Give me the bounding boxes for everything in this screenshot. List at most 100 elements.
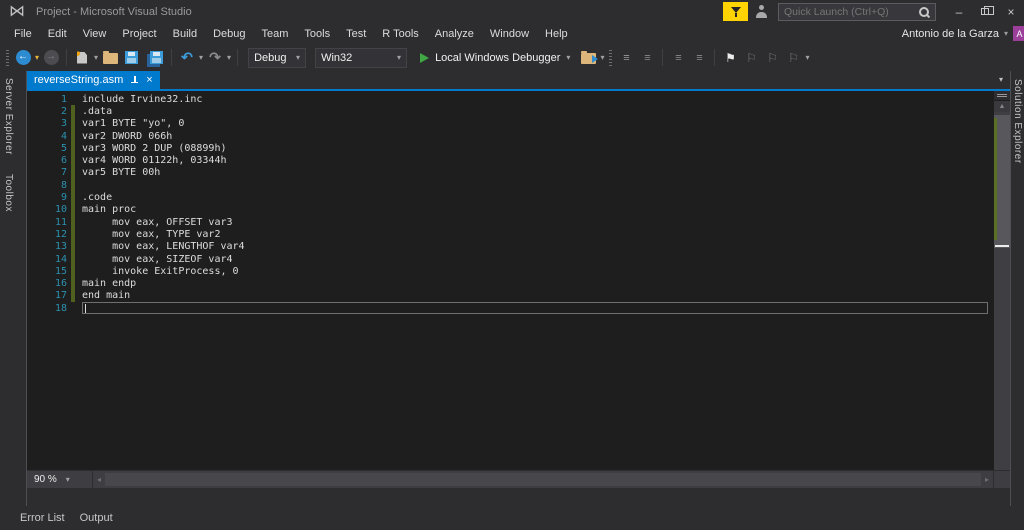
code-line[interactable]: 3 var1 BYTE "yo", 0 [27, 117, 994, 130]
feedback-person-icon[interactable] [755, 5, 769, 18]
save-all-button[interactable] [147, 47, 165, 69]
menu-item-view[interactable]: View [75, 26, 115, 42]
scroll-up-icon[interactable]: ▲ [994, 101, 1010, 112]
quick-launch-input[interactable] [779, 5, 918, 18]
undo-caret-icon[interactable]: ▾ [199, 53, 203, 62]
zoom-control[interactable]: 90 % ▾ [27, 471, 93, 488]
sidebar-tab-solution-explorer[interactable]: Solution Explorer [1011, 74, 1024, 169]
horizontal-scrollbar[interactable]: ◂ ▸ [93, 471, 993, 488]
redo-caret-icon[interactable]: ▾ [227, 53, 231, 62]
code-line[interactable]: 7 var5 BYTE 00h [27, 166, 994, 180]
tab-error-list[interactable]: Error List [20, 512, 65, 524]
line-number: 11 [54, 216, 67, 228]
sidebar-tab-server-explorer[interactable]: Server Explorer [0, 73, 15, 160]
editor-splitter-handle[interactable] [994, 91, 1010, 101]
quick-launch-box[interactable] [778, 2, 936, 21]
code-line[interactable]: 2 .data [27, 105, 994, 118]
toggle-bookmark-button[interactable]: ⚑ [721, 47, 739, 69]
horizontal-scrollbar-thumb[interactable] [105, 473, 981, 486]
scroll-right-icon[interactable]: ▸ [981, 471, 993, 488]
code-line[interactable]: 17 end main [27, 289, 994, 303]
line-number: 18 [54, 302, 67, 314]
code-line[interactable]: 4 var2 DWORD 066h [27, 129, 994, 143]
new-item-caret-icon[interactable]: ▾ [94, 53, 98, 62]
code-editor[interactable]: 1 include Irvine32.inc 2 .data 3 var1 BYTE "y… [27, 91, 1010, 488]
clear-bookmarks-button[interactable]: ⚐ [784, 47, 802, 69]
open-file-button[interactable] [101, 47, 119, 69]
code-line[interactable]: 9 .code [27, 191, 994, 204]
solution-platform-combo[interactable]: Win32 ▾ [315, 47, 408, 68]
code-line[interactable]: 5 var3 WORD 2 DUP (08899h) [27, 142, 994, 155]
menu-item-project[interactable]: Project [114, 26, 164, 42]
user-avatar[interactable]: A [1013, 26, 1024, 41]
menu-item-r-tools[interactable]: R Tools [374, 26, 426, 42]
menu-item-help[interactable]: Help [537, 26, 576, 42]
increase-indent-button[interactable]: ≡ [690, 47, 708, 69]
configuration-caret-icon: ▾ [296, 52, 301, 62]
show-threads-button[interactable]: ≡ [617, 47, 635, 69]
save-all-icon [149, 51, 163, 64]
code-line[interactable]: 11 mov eax, OFFSET var3 [27, 215, 994, 229]
menu-bar: File Edit View Project Build Debug Team Tools Te… [0, 23, 1024, 44]
pin-icon[interactable] [131, 75, 139, 85]
navigate-back-caret-icon[interactable]: ▾ [35, 53, 39, 62]
document-tab-reversestring[interactable]: reverseString.asm × [27, 71, 160, 89]
next-bookmark-button[interactable]: ⚐ [763, 47, 781, 69]
menu-item-analyze[interactable]: Analyze [427, 26, 482, 42]
menu-item-file[interactable]: File [6, 26, 40, 42]
user-name: Antonio de la Garza [901, 27, 999, 40]
code-line[interactable]: 15 invoke ExitProcess, 0 [27, 265, 994, 278]
navigate-forward-button[interactable]: → [42, 47, 60, 69]
attach-to-process-button[interactable] [579, 47, 598, 69]
code-line[interactable]: 1 include Irvine32.inc [27, 93, 994, 105]
code-line[interactable]: 13 mov eax, LENGTHOF var4 [27, 240, 994, 253]
scroll-left-icon[interactable]: ◂ [93, 471, 105, 488]
sidebar-tab-toolbox[interactable]: Toolbox [0, 169, 15, 217]
notifications-filter-button[interactable] [723, 2, 748, 21]
menu-item-tools[interactable]: Tools [296, 26, 338, 42]
menu-item-build[interactable]: Build [165, 26, 205, 42]
menu-item-edit[interactable]: Edit [40, 26, 75, 42]
bookmarks-caret-icon[interactable]: ▾ [805, 53, 809, 62]
vertical-scrollbar[interactable]: ▲ ▼ [994, 91, 1010, 488]
solution-configuration-combo[interactable]: Debug ▾ [248, 47, 307, 68]
open-folder-icon [102, 51, 118, 64]
code-line[interactable]: 14 mov eax, SIZEOF var4 [27, 252, 994, 266]
code-line[interactable]: 8 [27, 179, 994, 192]
minimize-button[interactable]: – [946, 1, 972, 22]
undo-button[interactable]: ↶ [178, 47, 196, 69]
code-text: mov eax, SIZEOF var4 [82, 253, 233, 265]
code-line[interactable]: 12 mov eax, TYPE var2 [27, 228, 994, 241]
menu-item-window[interactable]: Window [482, 26, 537, 42]
code-line[interactable]: 10 main proc [27, 203, 994, 216]
toolbar-grip[interactable] [6, 49, 9, 66]
document-tab-label: reverseString.asm [34, 74, 124, 86]
document-well-dropdown-icon[interactable]: ▾ [999, 75, 1003, 84]
tab-output[interactable]: Output [80, 512, 113, 524]
tab-close-icon[interactable]: × [146, 74, 152, 86]
restore-button[interactable] [972, 1, 998, 22]
start-debugging-button[interactable]: Local Windows Debugger ▾ [414, 52, 576, 64]
menu-item-debug[interactable]: Debug [205, 26, 253, 42]
code-line[interactable]: 18 [27, 302, 994, 315]
user-dropdown-caret-icon[interactable]: ▾ [1004, 29, 1008, 38]
user-account-area[interactable]: Antonio de la Garza ▾ A [902, 26, 1024, 41]
new-item-button[interactable] [73, 47, 91, 69]
redo-button[interactable]: ↷ [206, 47, 224, 69]
attach-caret-icon[interactable]: ▾ [600, 53, 604, 62]
code-line[interactable]: 16 main endp [27, 277, 994, 290]
toolbar-grip[interactable] [609, 49, 613, 66]
navigate-back-button[interactable]: ← [14, 47, 32, 69]
decrease-indent-button[interactable]: ≡ [669, 47, 687, 69]
close-button[interactable]: × [998, 1, 1024, 22]
menu-item-test[interactable]: Test [338, 26, 374, 42]
code-line[interactable]: 6 var4 WORD 01122h, 03344h [27, 154, 994, 167]
vertical-scrollbar-track[interactable] [994, 112, 1010, 477]
code-text: var3 WORD 2 DUP (08899h) [82, 142, 227, 154]
previous-bookmark-button[interactable]: ⚐ [742, 47, 760, 69]
step-over-button[interactable]: ≡ [638, 47, 656, 69]
menu-item-team[interactable]: Team [254, 26, 297, 42]
zoom-caret-icon[interactable]: ▾ [66, 475, 70, 484]
line-number: 7 [60, 167, 67, 179]
save-button[interactable] [122, 47, 140, 69]
